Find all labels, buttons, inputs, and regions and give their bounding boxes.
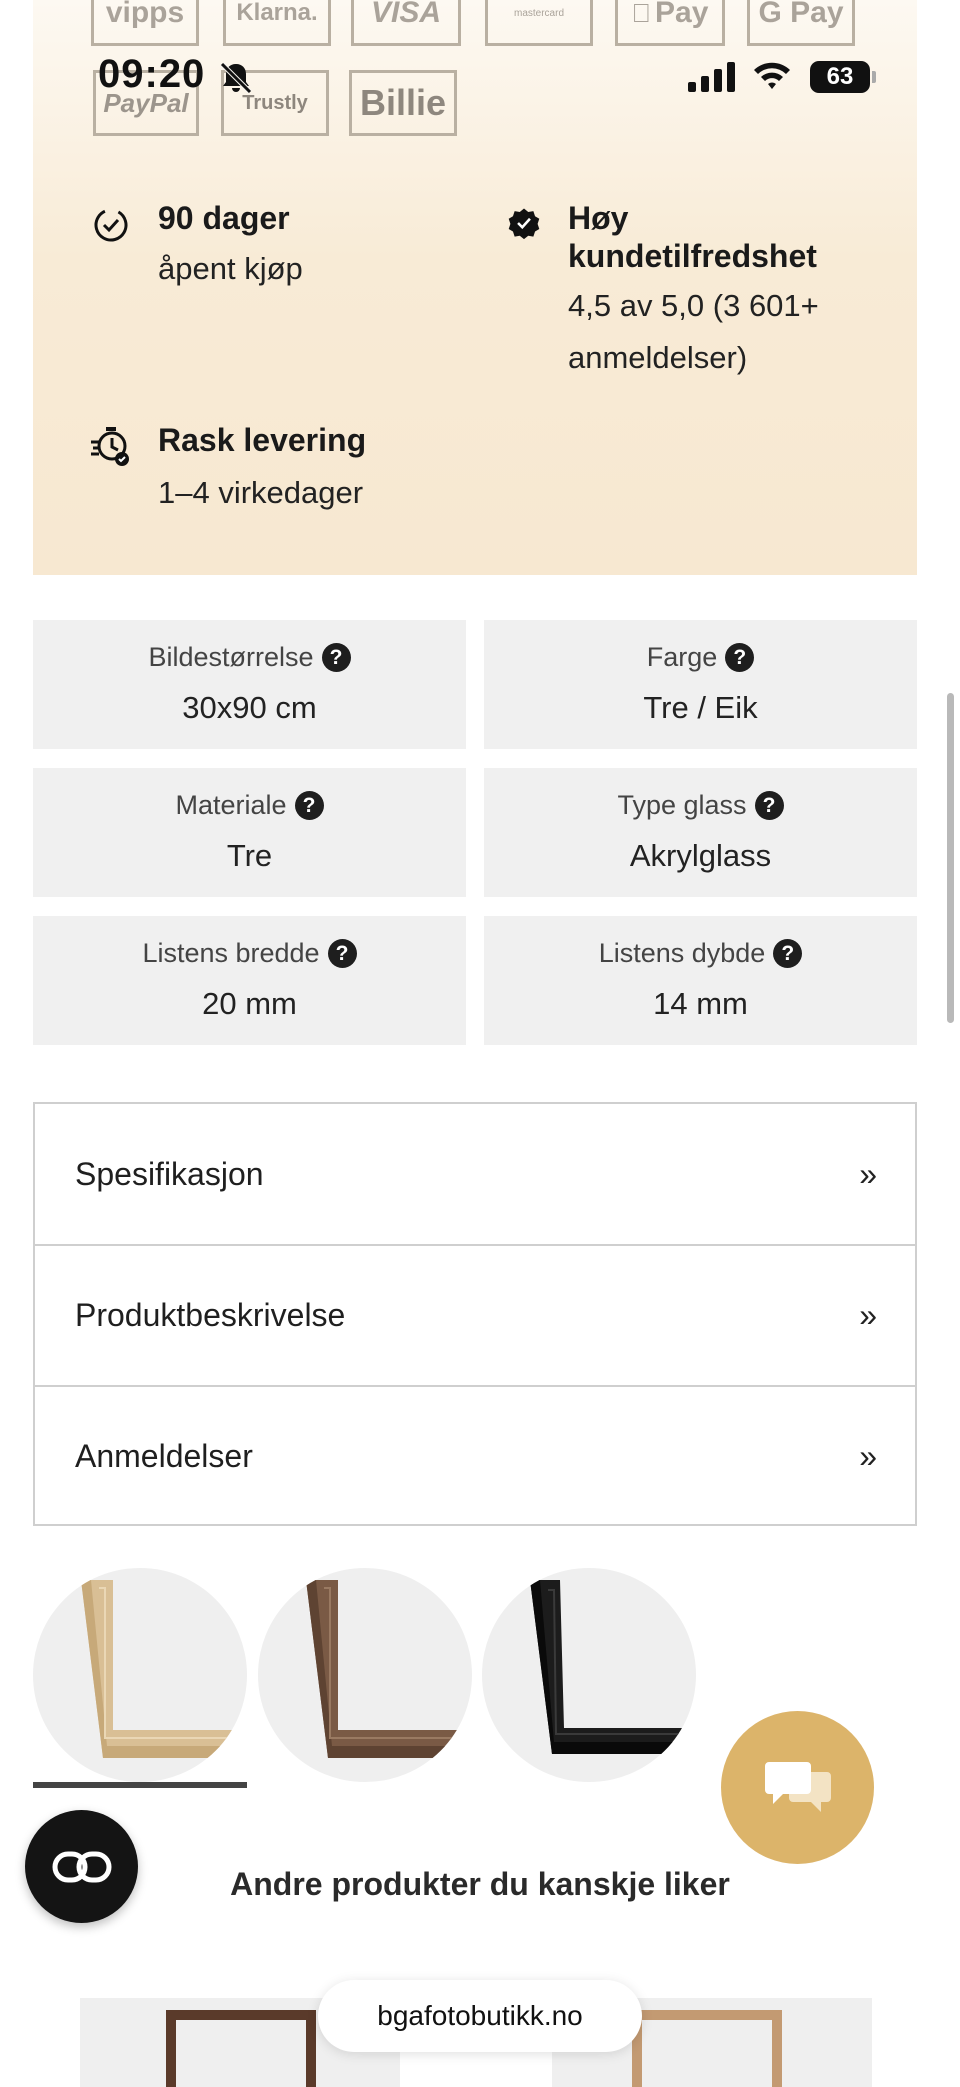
battery-icon: 63 [810,61,870,93]
feature-title: Rask levering [158,422,367,458]
product-accordion: Spesifikasjon » Produktbeskrivelse » Anm… [33,1102,917,1526]
feature-title: Høy [568,200,629,236]
swatch-walnut[interactable] [258,1568,472,1782]
spec-tile-color: Farge? Tre / Eik [484,620,917,749]
swatch-oak[interactable] [33,1568,247,1782]
help-icon[interactable]: ? [321,643,351,672]
swatch-black[interactable] [482,1568,696,1782]
spec-label: Farge [646,642,718,672]
spec-tile-frame-width: Listens bredde? 20 mm [33,916,466,1045]
vipps-logo: vipps [91,0,199,46]
status-time: 09:20 [98,52,206,96]
spec-tile-frame-depth: Listens dybde? 14 mm [484,916,917,1045]
spec-label: Materiale [175,790,287,820]
swatch-selected-indicator [33,1782,247,1788]
battery-tip [872,71,876,83]
walnut-frame-corner-image [306,1580,472,1758]
chevron-double-right-icon: » [859,1155,877,1192]
section-title: Andre produkter du kanskje liker [230,1866,730,1902]
black-frame-corner-image [530,1580,696,1754]
spec-label: Bildestørrelse [148,642,314,672]
browser-url-bar[interactable]: bgafotobutikk.no [318,1980,642,2052]
spec-label: Type glass [617,790,747,820]
help-icon[interactable]: ? [327,939,357,968]
mastercard-logo: mastercard [485,0,593,46]
accordion-product-description[interactable]: Produktbeskrivelse » [35,1244,915,1384]
billie-logo: Billie [349,70,457,136]
chevron-double-right-icon: » [859,1296,877,1333]
spec-tile-material: Materiale? Tre [33,768,466,897]
spec-value: Akrylglass [629,838,772,873]
feature-text: anmeldelser) [568,340,748,375]
accordion-label: Anmeldelser [75,1437,253,1474]
klarna-logo: Klarna. [223,0,331,46]
feature-text: 4,5 av 5,0 (3 601+ [568,288,819,323]
spec-label: Listens bredde [142,938,320,968]
scrollbar[interactable] [947,693,954,1023]
chat-button[interactable] [721,1711,874,1864]
clock-check-icon [94,208,128,242]
chevron-double-right-icon: » [859,1437,877,1474]
spec-value: Tre [226,838,273,873]
feature-text: 1–4 virkedager [158,475,364,510]
wifi-icon [754,62,790,89]
signal-icon [688,62,735,92]
apple-pay-logo: Pay [615,0,725,46]
spec-value: 20 mm [202,986,297,1021]
accordion-label: Spesifikasjon [75,1155,264,1192]
spec-value: Tre / Eik [643,690,758,725]
spec-tile-glass-type: Type glass? Akrylglass [484,768,917,897]
accordion-specification[interactable]: Spesifikasjon » [35,1104,915,1244]
feature-title: 90 dager [158,200,290,236]
spec-value: 14 mm [653,986,748,1021]
stopwatch-check-icon [91,427,129,466]
spec-tile-image-size: Bildestørrelse? 30x90 cm [33,620,466,749]
feature-title: kundetilfredshet [568,238,817,274]
apple-icon:  [632,0,652,29]
help-icon[interactable]: ? [773,939,803,968]
badge-check-icon [508,208,540,240]
accordion-label: Produktbeskrivelse [75,1296,346,1333]
bell-slash-icon [220,62,252,94]
help-icon[interactable]: ? [725,643,755,672]
google-pay-logo: G Pay [747,0,855,46]
spec-label: Listens dybde [598,938,766,968]
help-icon[interactable]: ? [294,791,324,820]
oak-frame-corner-image [81,1580,247,1758]
help-icon[interactable]: ? [754,791,784,820]
visa-logo: VISA [351,0,461,46]
spec-value: 30x90 cm [182,690,317,725]
chat-bubbles-icon [764,1761,831,1812]
feature-text: åpent kjøp [158,251,303,286]
accordion-reviews[interactable]: Anmeldelser » [35,1385,915,1525]
